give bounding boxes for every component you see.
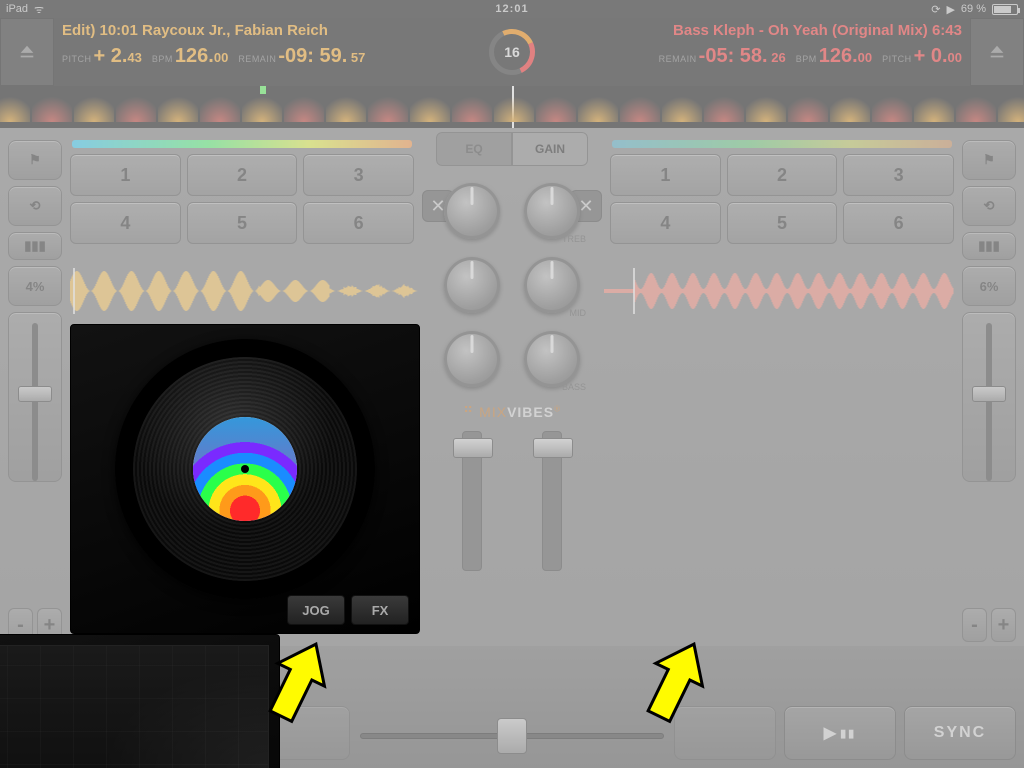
mixer-center: EQ GAIN TREB MID BASS ⠛ MIXVIBES® [432, 132, 592, 642]
track-info-bar: Edit) 10:01 Raycoux Jr., Fabian Reich PI… [0, 18, 1024, 86]
knob-bass-a[interactable] [444, 331, 500, 387]
knob-treb-a[interactable] [444, 183, 500, 239]
eject-left-button[interactable] [0, 18, 54, 86]
vinyl-a[interactable] [115, 339, 375, 599]
tab-eq[interactable]: EQ [436, 132, 512, 166]
battery-icon [992, 4, 1018, 15]
callout-arrow-right [636, 636, 716, 731]
cue-a-2[interactable]: 2 [187, 154, 298, 196]
browse-right-button[interactable]: ▮▮▮ [962, 232, 1016, 260]
pitch-range-right[interactable]: 6% [962, 266, 1016, 306]
fx-xy-pad[interactable] [0, 645, 269, 768]
knob-mid-b[interactable] [524, 257, 580, 313]
deck-a-info[interactable]: Edit) 10:01 Raycoux Jr., Fabian Reich PI… [54, 18, 472, 86]
deck-a-bpm: 126.00 [175, 45, 228, 67]
play-button-b[interactable]: ▶▮▮ [784, 706, 896, 760]
cue-a-3[interactable]: 3 [303, 154, 414, 196]
spectrum-a [72, 140, 412, 148]
crossfader[interactable] [360, 724, 664, 748]
loop-right-button[interactable]: ⟲ [962, 186, 1016, 226]
browse-left-button[interactable]: ▮▮▮ [8, 232, 62, 260]
callout-arrow-left [258, 636, 338, 731]
deck-b-fxpad[interactable]: JOG FX Hi-Pass ⭳ [0, 634, 280, 768]
cue-b-5[interactable]: 5 [727, 202, 838, 244]
beat-waveform[interactable] [0, 86, 1024, 128]
cue-b-2[interactable]: 2 [727, 154, 838, 196]
side-controls-right: ⚑ ⟲ ▮▮▮ 6% [962, 140, 1016, 482]
hotcues-a: 1 2 3 4 5 6 ✕ [70, 140, 414, 252]
line-fader-a[interactable] [462, 431, 482, 571]
pitch-minus-right[interactable]: - [962, 608, 987, 642]
spectrum-b [612, 140, 952, 148]
hotcues-b: 1 2 3 4 5 6 ✕ [610, 140, 954, 252]
waveform-a[interactable] [70, 268, 420, 314]
knob-bass-b[interactable] [524, 331, 580, 387]
knob-mid-a[interactable] [444, 257, 500, 313]
deck-a-pitch: + 2.43 [94, 45, 142, 67]
cue-a-5[interactable]: 5 [187, 202, 298, 244]
side-controls-left: ⚑ ⟲ ▮▮▮ 4% [8, 140, 62, 482]
beat-counter[interactable]: 16 [472, 29, 552, 75]
loop-left-button[interactable]: ⟲ [8, 186, 62, 226]
deck-b-title: Bass Kleph - Oh Yeah (Original Mix) 6:43 [560, 22, 962, 39]
line-fader-b[interactable] [542, 431, 562, 571]
deck-a-platter[interactable]: JOG FX [70, 324, 420, 634]
flag-left-button[interactable]: ⚑ [8, 140, 62, 180]
deck-a-remain: -09: 59. 57 [278, 45, 365, 67]
waveform-b[interactable] [604, 268, 954, 314]
pitch-plus-right[interactable]: + [991, 608, 1016, 642]
pitch-fader-right[interactable] [962, 312, 1016, 482]
brand-logo: ⠛ MIXVIBES® [432, 404, 592, 421]
eject-right-button[interactable] [970, 18, 1024, 86]
deck-b-bpm: 126.00 [819, 45, 872, 67]
deck-b-remain: -05: 58. 26 [699, 45, 786, 67]
cue-a-1[interactable]: 1 [70, 154, 181, 196]
clock: 12:01 [0, 3, 1024, 15]
cue-b-3[interactable]: 3 [843, 154, 954, 196]
deck-b-pitch: + 0.00 [914, 45, 962, 67]
knob-treb-b[interactable] [524, 183, 580, 239]
ios-status-bar: iPad ᯤ 12:01 ⟳ ▶ 69 % [0, 0, 1024, 18]
cue-b-6[interactable]: 6 [843, 202, 954, 244]
sync-button-b[interactable]: SYNC [904, 706, 1016, 760]
pitch-range-left[interactable]: 4% [8, 266, 62, 306]
tab-gain[interactable]: GAIN [512, 132, 588, 166]
flag-right-button[interactable]: ⚑ [962, 140, 1016, 180]
deck-b-info[interactable]: Bass Kleph - Oh Yeah (Original Mix) 6:43… [552, 18, 970, 86]
jog-button-a[interactable]: JOG [287, 595, 345, 625]
cue-b-1[interactable]: 1 [610, 154, 721, 196]
cue-b-4[interactable]: 4 [610, 202, 721, 244]
deck-a-title: Edit) 10:01 Raycoux Jr., Fabian Reich [62, 22, 464, 39]
cue-a-6[interactable]: 6 [303, 202, 414, 244]
cue-a-4[interactable]: 4 [70, 202, 181, 244]
fx-button-a[interactable]: FX [351, 595, 409, 625]
pitch-fader-left[interactable] [8, 312, 62, 482]
